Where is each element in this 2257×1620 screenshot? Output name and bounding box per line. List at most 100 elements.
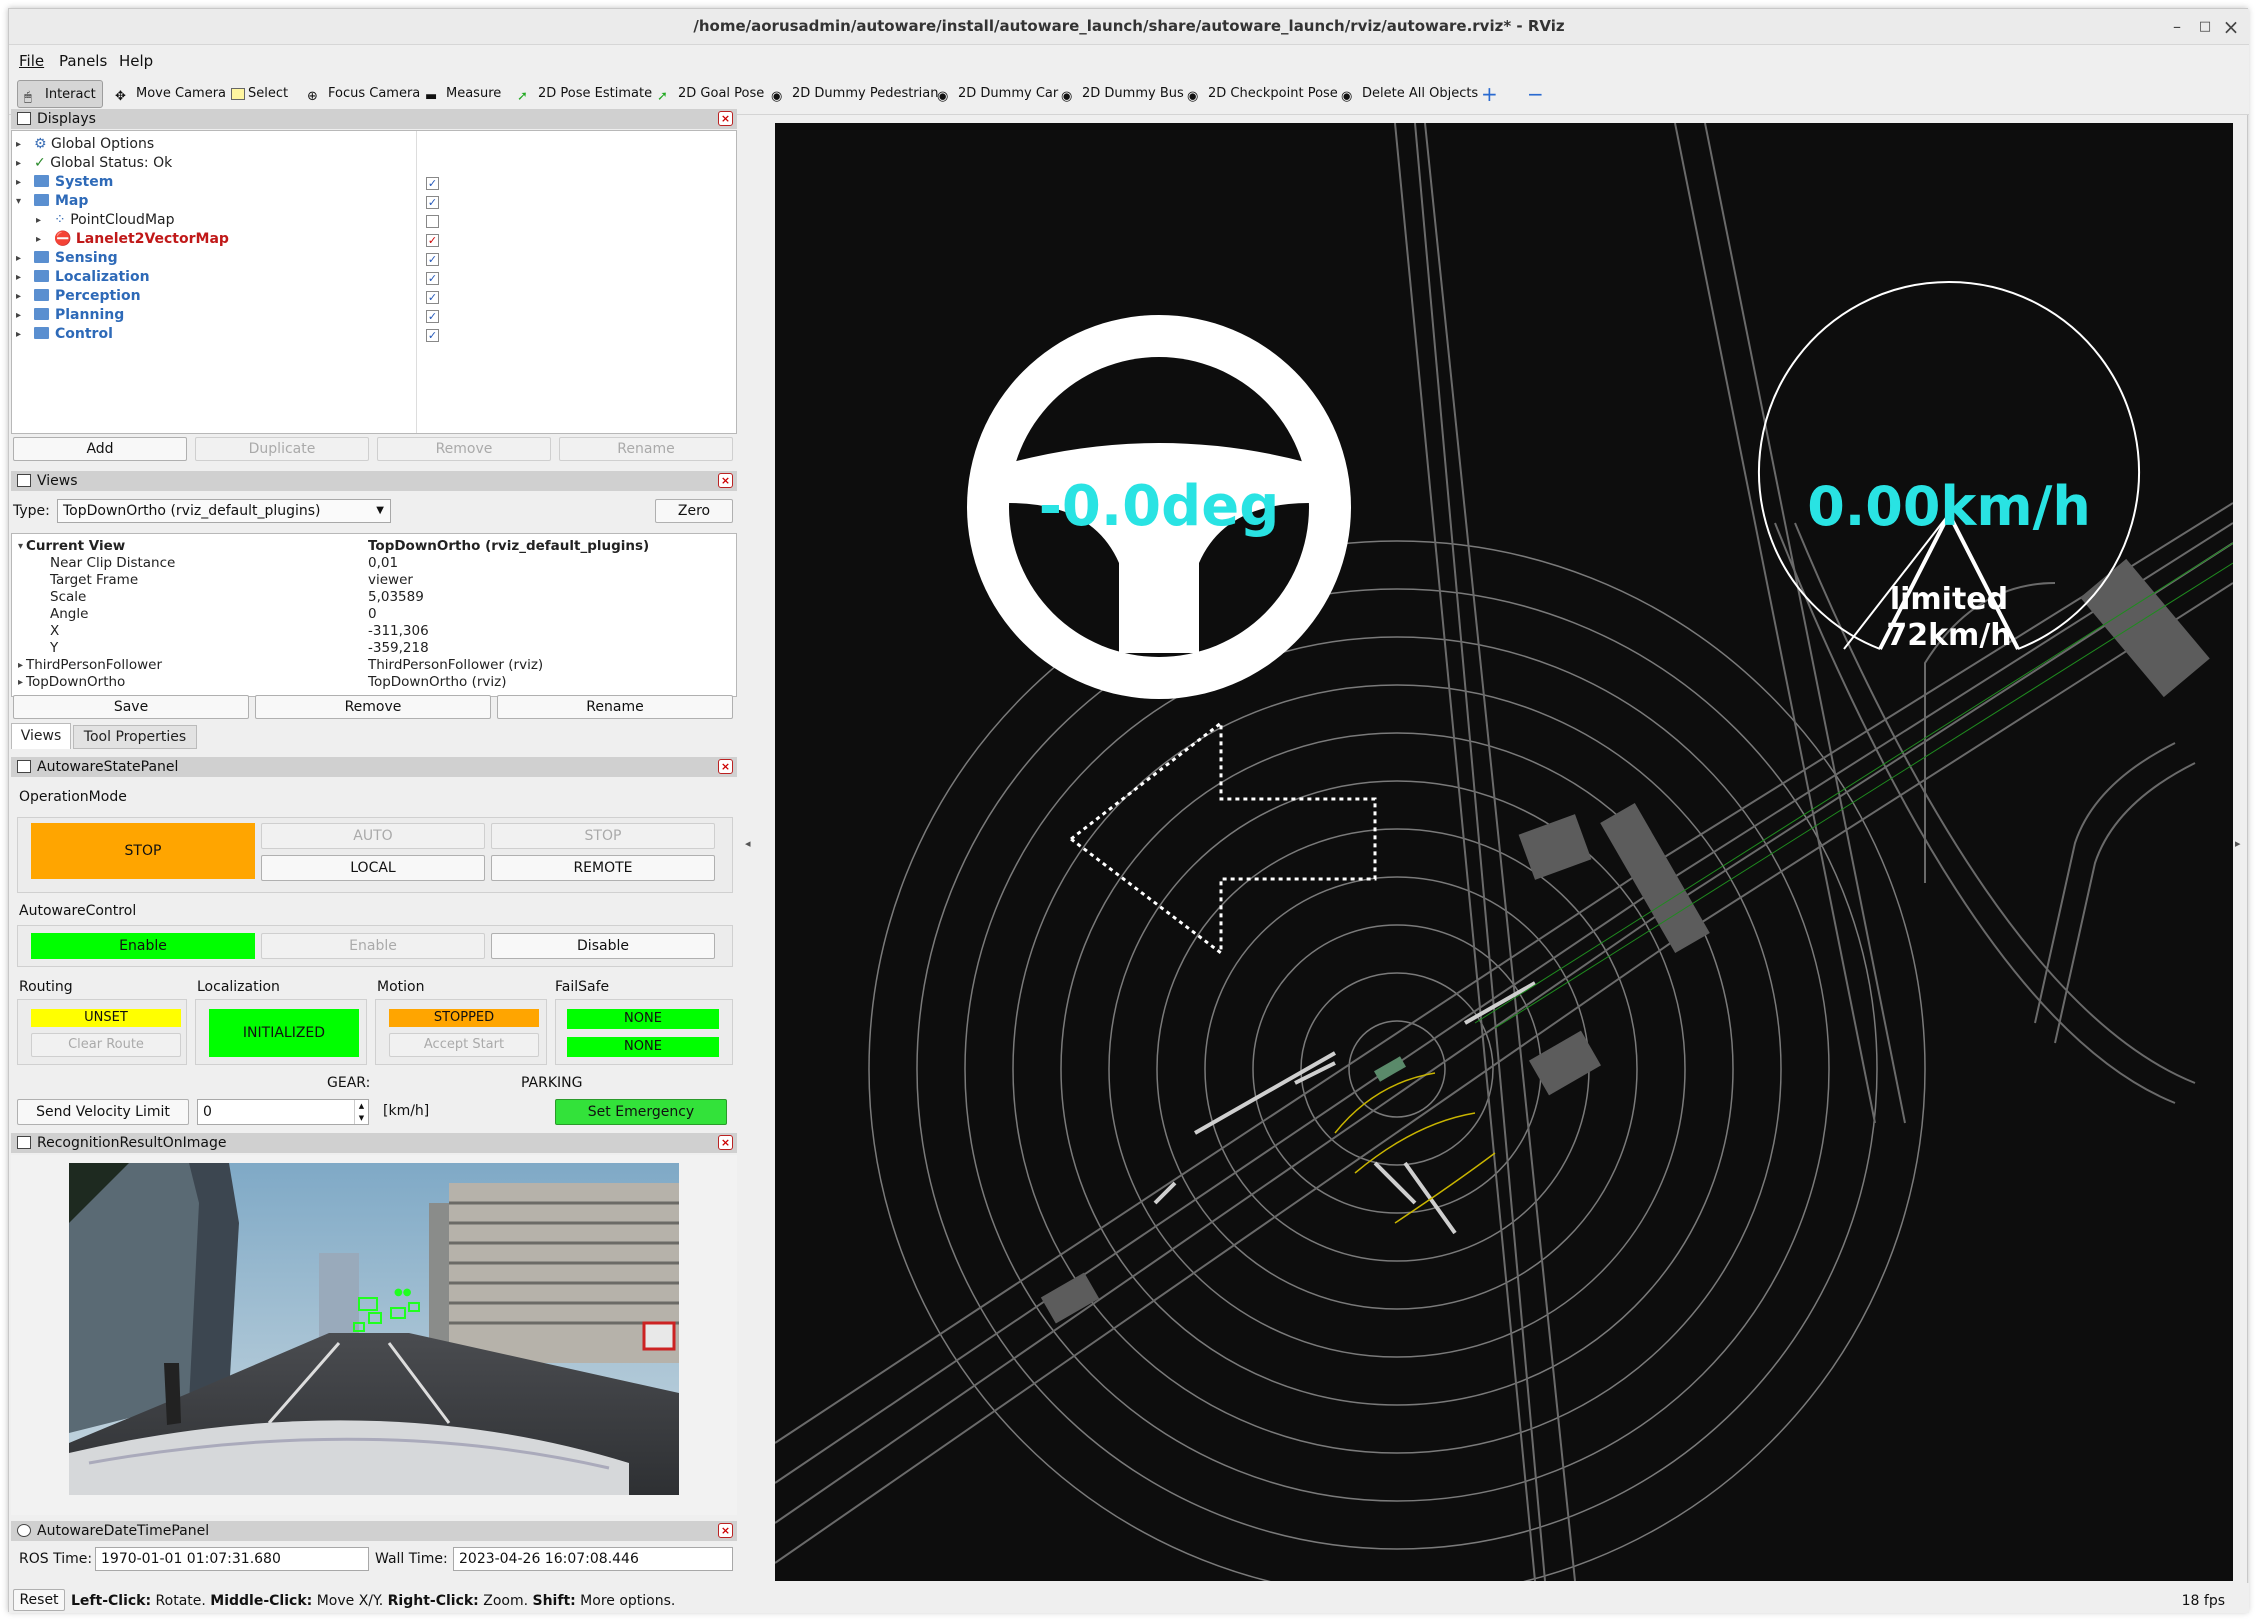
dummy-car-tool[interactable]: ◉ 2D Dummy Car xyxy=(935,80,1058,108)
close-icon[interactable]: × xyxy=(718,111,733,126)
velocity-limit-input[interactable]: 0 ▲ ▼ xyxy=(197,1099,369,1125)
checkbox-localization[interactable]: ✓ xyxy=(426,272,439,285)
ros-time-field[interactable]: 1970-01-01 01:07:31.680 xyxy=(95,1547,369,1571)
close-icon[interactable]: × xyxy=(718,759,733,774)
expand-arrow-icon[interactable]: ▸ xyxy=(18,677,23,688)
view-prop-value[interactable]: 0,01 xyxy=(368,555,398,572)
view-prop-value[interactable]: 0 xyxy=(368,606,377,623)
expand-arrow-icon[interactable]: ▸ xyxy=(18,660,23,671)
display-sensing[interactable]: ▸ Sensing xyxy=(16,249,118,268)
focus-camera-tool[interactable]: ⊕ Focus Camera xyxy=(305,80,420,108)
velocity-unit: [km/h] xyxy=(383,1103,430,1119)
remove-view-button[interactable]: Remove xyxy=(255,695,491,719)
goal-pose-tool[interactable]: ➚ 2D Goal Pose xyxy=(655,80,764,108)
recognition-header: RecognitionResultOnImage × xyxy=(11,1133,737,1153)
checkbox-lanelet2vectormap[interactable]: ✓ xyxy=(426,234,439,247)
rename-view-button[interactable]: Rename xyxy=(497,695,733,719)
zero-button[interactable]: Zero xyxy=(655,499,733,523)
dummy-bus-tool[interactable]: ◉ 2D Dummy Bus xyxy=(1059,80,1184,108)
display-planning[interactable]: ▸ Planning xyxy=(16,306,124,325)
clear-route-button[interactable]: Clear Route xyxy=(31,1033,181,1057)
duplicate-display-button[interactable]: Duplicate xyxy=(195,437,369,461)
scene-svg: -0.0deg 0.00km/h limited 72km/h xyxy=(775,123,2233,1581)
enable-button[interactable]: Enable xyxy=(261,933,485,959)
checkbox-map[interactable]: ✓ xyxy=(426,196,439,209)
disable-button[interactable]: Disable xyxy=(491,933,715,959)
collapse-right-icon[interactable]: ▸ xyxy=(2235,837,2241,850)
checkbox-system[interactable]: ✓ xyxy=(426,177,439,190)
menu-help[interactable]: Help xyxy=(119,52,153,70)
add-display-button[interactable]: Add xyxy=(13,437,187,461)
view-prop-value[interactable]: TopDownOrtho (rviz) xyxy=(368,674,507,691)
set-emergency-button[interactable]: Set Emergency xyxy=(555,1099,727,1125)
view-prop-value[interactable]: -359,218 xyxy=(368,640,429,657)
auto-mode-button[interactable]: AUTO xyxy=(261,823,485,849)
display-global-options[interactable]: ▸ ⚙ Global Options xyxy=(16,135,154,154)
remove-display-button[interactable]: Remove xyxy=(377,437,551,461)
view-prop-value[interactable]: viewer xyxy=(368,572,413,589)
goal-pose-label: 2D Goal Pose xyxy=(678,86,765,101)
displays-tree[interactable]: ▸ ⚙ Global Options ▸ ✓ Global Status: Ok ▸… xyxy=(11,130,737,434)
tab-views[interactable]: Views xyxy=(11,723,71,749)
checkbox-control[interactable]: ✓ xyxy=(426,329,439,342)
display-control[interactable]: ▸ Control xyxy=(16,325,113,344)
remote-mode-button[interactable]: REMOTE xyxy=(491,855,715,881)
dummy-pedestrian-tool[interactable]: ◉ 2D Dummy Pedestrian xyxy=(769,80,938,108)
measure-tool[interactable]: ▬ Measure xyxy=(423,80,501,108)
display-label: System xyxy=(55,174,114,190)
checkbox-planning[interactable]: ✓ xyxy=(426,310,439,323)
view-prop-key: Current View xyxy=(26,538,126,554)
send-velocity-limit-button[interactable]: Send Velocity Limit xyxy=(17,1099,189,1125)
add-tool-button[interactable]: + xyxy=(1479,80,1498,108)
spin-arrows-icon[interactable]: ▲ ▼ xyxy=(354,1100,368,1124)
close-window-button[interactable]: × xyxy=(2219,15,2243,39)
gear-label: GEAR: xyxy=(327,1075,371,1091)
view-prop-value[interactable]: -311,306 xyxy=(368,623,429,640)
local-mode-button[interactable]: LOCAL xyxy=(261,855,485,881)
display-global-status[interactable]: ▸ ✓ Global Status: Ok xyxy=(16,154,172,173)
expand-arrow-icon[interactable]: ▾ xyxy=(18,541,23,552)
speed-limit-line2: 72km/h xyxy=(1886,618,2011,653)
minimize-button[interactable]: – xyxy=(2165,15,2189,39)
menu-panels[interactable]: Panels xyxy=(59,52,107,70)
display-map[interactable]: ▾ Map xyxy=(16,192,88,211)
accept-start-button[interactable]: Accept Start xyxy=(389,1033,539,1057)
rename-display-button[interactable]: Rename xyxy=(559,437,733,461)
display-lanelet2vectormap[interactable]: ▸ ⛔ Lanelet2VectorMap xyxy=(36,230,229,249)
autoware-control-status: Enable xyxy=(31,933,255,959)
measure-label: Measure xyxy=(446,86,502,101)
view-prop-value[interactable]: 5,03589 xyxy=(368,589,424,606)
collapse-left-icon[interactable]: ◂ xyxy=(745,837,751,850)
interact-tool[interactable]: 🖱 Interact xyxy=(17,80,103,108)
display-system[interactable]: ▸ System xyxy=(16,173,113,192)
render-viewport[interactable]: -0.0deg 0.00km/h limited 72km/h xyxy=(775,123,2233,1581)
stop-mode-button[interactable]: STOP xyxy=(491,823,715,849)
checkpoint-pose-tool[interactable]: ◉ 2D Checkpoint Pose xyxy=(1185,80,1338,108)
pose-estimate-tool[interactable]: ➚ 2D Pose Estimate xyxy=(515,80,652,108)
close-icon[interactable]: × xyxy=(718,1523,733,1538)
close-icon[interactable]: × xyxy=(718,473,733,488)
display-localization[interactable]: ▸ Localization xyxy=(16,268,150,287)
view-prop-value[interactable]: ThirdPersonFollower (rviz) xyxy=(368,657,543,674)
close-icon[interactable]: × xyxy=(718,1135,733,1150)
wall-time-field[interactable]: 2023-04-26 16:07:08.446 xyxy=(453,1547,733,1571)
view-properties[interactable]: Current View ▾ TopDownOrtho (rviz_default_… xyxy=(11,533,737,697)
remove-tool-button[interactable]: − xyxy=(1525,80,1544,108)
tab-tool-properties[interactable]: Tool Properties xyxy=(73,725,197,749)
maximize-button[interactable]: □ xyxy=(2193,15,2217,39)
checkbox-sensing[interactable]: ✓ xyxy=(426,253,439,266)
checkbox-perception[interactable]: ✓ xyxy=(426,291,439,304)
reset-button[interactable]: Reset xyxy=(13,1589,65,1611)
view-prop-value[interactable]: TopDownOrtho (rviz_default_plugins) xyxy=(368,538,649,555)
checkbox-pointcloudmap[interactable] xyxy=(426,215,439,228)
delete-all-objects-tool[interactable]: ◉ Delete All Objects xyxy=(1339,80,1478,108)
display-label: Lanelet2VectorMap xyxy=(75,231,229,247)
select-tool[interactable]: Select xyxy=(229,80,288,108)
move-camera-tool[interactable]: ✥ Move Camera xyxy=(113,80,226,108)
display-pointcloudmap[interactable]: ▸ ⁘ PointCloudMap xyxy=(36,211,174,230)
view-type-select[interactable]: TopDownOrtho (rviz_default_plugins) ▼ xyxy=(57,499,391,523)
view-prop-key: Target Frame xyxy=(50,572,139,588)
display-perception[interactable]: ▸ Perception xyxy=(16,287,141,306)
menu-file[interactable]: File xyxy=(19,52,44,70)
save-view-button[interactable]: Save xyxy=(13,695,249,719)
